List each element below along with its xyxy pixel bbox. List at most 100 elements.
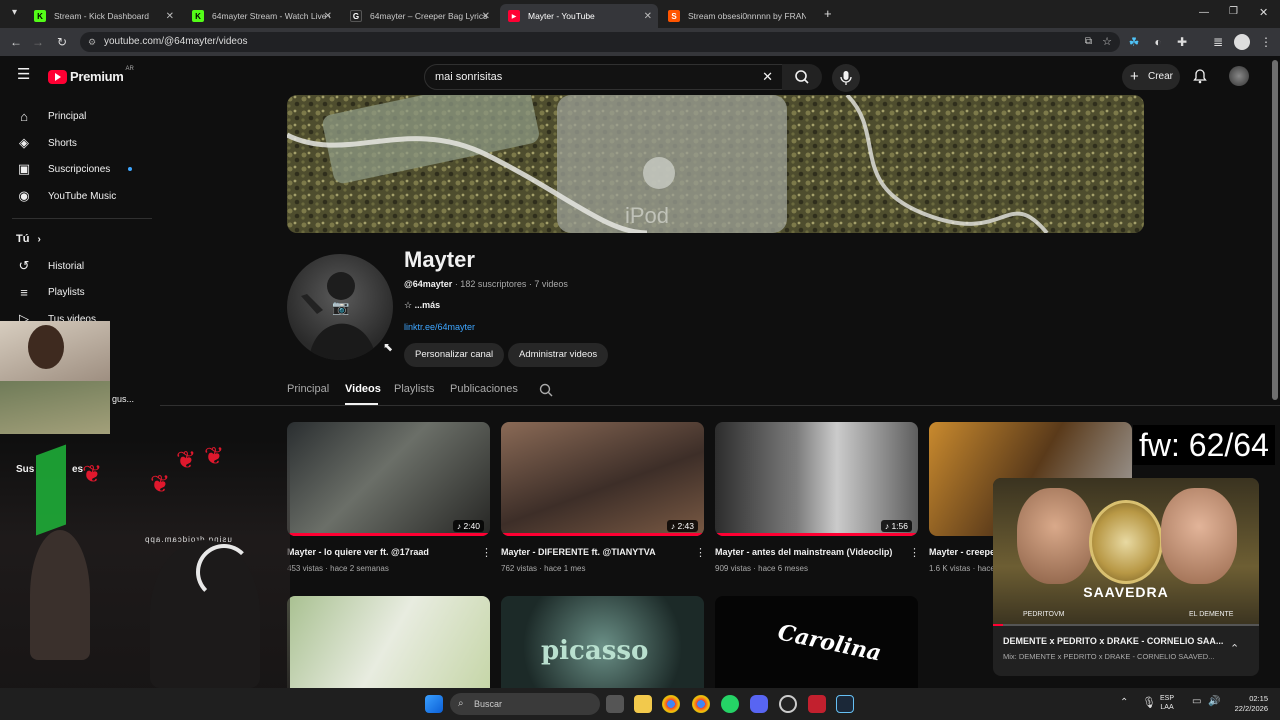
- browser-tab[interactable]: S Stream obsesi0nnnnn by FRAN: [660, 4, 820, 28]
- playlists-icon: ≡: [20, 284, 28, 300]
- search-input[interactable]: mai sonrisitas ✕: [424, 64, 788, 90]
- create-button[interactable]: + Crear: [1122, 64, 1180, 90]
- media-controls-icon[interactable]: ≣: [1210, 34, 1226, 50]
- more-options-icon[interactable]: ⋮: [481, 546, 492, 559]
- tab-publicaciones[interactable]: Publicaciones: [450, 383, 518, 395]
- install-app-icon[interactable]: ⧉: [1085, 32, 1092, 52]
- extensions-puzzle-icon[interactable]: ✚: [1174, 34, 1190, 50]
- customize-channel-button[interactable]: Personalizar canal: [404, 343, 505, 367]
- miniplayer[interactable]: SAAVEDRA PEDRITOVM EL DEMENTE DEMENTE x …: [993, 478, 1259, 676]
- search-button[interactable]: [782, 64, 822, 90]
- steam-icon[interactable]: [836, 695, 854, 713]
- sidebar-item-subscriptions[interactable]: ▣ Suscripciones: [0, 156, 150, 182]
- language-indicator[interactable]: ESP LAA: [1160, 694, 1174, 712]
- sidebar-item-youtube-music[interactable]: ◉ YouTube Music: [0, 183, 150, 209]
- tab-videos[interactable]: Videos: [345, 383, 381, 395]
- video-title[interactable]: Mayter - DIFERENTE ft. @TIANYTVA: [501, 547, 686, 557]
- close-tab-icon[interactable]: ✕: [324, 11, 332, 22]
- channel-avatar[interactable]: 📷: [287, 254, 393, 360]
- close-tab-icon[interactable]: ✕: [166, 11, 174, 22]
- hamburger-menu-icon[interactable]: ☰: [17, 67, 30, 82]
- notifications-bell-icon[interactable]: [1192, 68, 1208, 84]
- task-view-icon[interactable]: [606, 695, 624, 713]
- browser-tab[interactable]: K Stream - Kick Dashboard ✕: [26, 4, 180, 28]
- site-info-icon[interactable]: ⚙: [88, 32, 96, 52]
- close-window-icon[interactable]: ✕: [1259, 6, 1268, 19]
- volume-icon[interactable]: 🔊: [1208, 696, 1220, 707]
- channel-search-icon[interactable]: [539, 383, 554, 398]
- sidebar-item-home[interactable]: ⌂ Principal: [0, 103, 150, 129]
- browser-menu-icon[interactable]: ⋮: [1258, 34, 1274, 50]
- tab-principal[interactable]: Principal: [287, 383, 329, 395]
- account-avatar[interactable]: [1229, 66, 1249, 86]
- youtube-premium-logo[interactable]: Premium AR: [48, 66, 134, 84]
- taskbar-search[interactable]: ⌕ Buscar: [450, 693, 600, 715]
- maximize-icon[interactable]: ❐: [1229, 6, 1238, 17]
- miniplayer-title[interactable]: DEMENTE x PEDRITO x DRAKE - CORNELIO SAA…: [1003, 636, 1223, 646]
- video-title[interactable]: Mayter - lo quiere ver ft. @17raad: [287, 547, 472, 557]
- video-thumbnail[interactable]: Carolina: [715, 596, 918, 688]
- clear-search-icon[interactable]: ✕: [762, 65, 773, 89]
- forward-icon[interactable]: →: [30, 34, 46, 50]
- new-tab-icon[interactable]: +: [824, 6, 832, 21]
- clock[interactable]: 02:15 22/2/2026: [1226, 694, 1268, 714]
- channel-description-more[interactable]: ☆ ...más: [404, 300, 440, 311]
- more-options-icon[interactable]: ⋮: [909, 546, 920, 559]
- manage-videos-button[interactable]: Administrar videos: [508, 343, 609, 367]
- tray-chevron-icon[interactable]: ⌃: [1120, 697, 1128, 708]
- minimize-icon[interactable]: —: [1199, 7, 1209, 18]
- windows-start-icon[interactable]: [425, 695, 443, 713]
- dark-mode-icon[interactable]: ◐: [1150, 34, 1166, 50]
- video-thumbnail[interactable]: picasso: [501, 596, 704, 688]
- video-thumbnail[interactable]: ♪ 2:40: [287, 422, 490, 536]
- close-tab-icon[interactable]: ✕: [644, 11, 652, 22]
- expand-chevron-icon[interactable]: ⌃: [1230, 642, 1239, 655]
- video-thumbnail[interactable]: ♪ 1:56: [715, 422, 918, 536]
- whatsapp-icon[interactable]: [721, 695, 739, 713]
- reload-icon[interactable]: ↻: [54, 34, 70, 50]
- sidebar-item-label: Playlists: [48, 286, 85, 298]
- browser-tab[interactable]: G 64mayter – Creeper Bag Lyrics | ✕: [342, 4, 496, 28]
- browser-tab-bar: K Stream - Kick Dashboard ✕ K 64mayter S…: [0, 0, 1280, 28]
- address-bar[interactable]: ⚙ youtube.com/@64mayter/videos ⧉ ☆: [80, 32, 1120, 52]
- webcam-overlay: [0, 321, 110, 434]
- bookmark-star-icon[interactable]: ☆: [1102, 32, 1112, 52]
- camera-icon[interactable]: 📷: [332, 299, 349, 316]
- miniplayer-progress-track[interactable]: [993, 624, 1259, 626]
- sidebar-item-history[interactable]: ↺ Historial: [0, 253, 150, 279]
- search-value: mai sonrisitas: [435, 71, 503, 83]
- sidebar-item-playlists[interactable]: ≡ Playlists: [0, 279, 150, 305]
- voice-search-button[interactable]: [832, 64, 860, 92]
- second-person-figure: [30, 530, 90, 660]
- channel-link[interactable]: linktr.ee/64mayter: [404, 322, 475, 332]
- chrome-icon[interactable]: [692, 695, 710, 713]
- discord-icon[interactable]: [750, 695, 768, 713]
- video-views: 762 vistas: [501, 564, 538, 573]
- video-duration: ♪ 2:40: [452, 520, 484, 532]
- video-title[interactable]: Mayter - antes del mainstream (Videoclip…: [715, 547, 900, 557]
- sidebar-you-header[interactable]: Tú ›: [0, 226, 150, 252]
- search-icon: [795, 70, 809, 84]
- video-meta: 453 vistas · hace 2 semanas: [287, 564, 389, 573]
- tab-playlists[interactable]: Playlists: [394, 383, 434, 395]
- file-explorer-icon[interactable]: [634, 695, 652, 713]
- page-scrollbar[interactable]: [1272, 60, 1278, 400]
- sidebar-item-shorts[interactable]: ◈ Shorts: [0, 130, 150, 156]
- video-thumbnail[interactable]: [287, 596, 490, 688]
- back-icon[interactable]: ←: [8, 34, 24, 50]
- video-title[interactable]: Mayter - creepe: [929, 547, 993, 557]
- network-icon[interactable]: ▭: [1192, 696, 1201, 707]
- tab-search-icon[interactable]: ▾: [12, 7, 17, 18]
- obs-icon[interactable]: [779, 695, 797, 713]
- browser-tab-active[interactable]: ▶ Mayter - YouTube ✕: [500, 4, 658, 28]
- sidebar-item-label: Principal: [48, 110, 87, 122]
- tray-mic-icon[interactable]: 🎙: [1142, 696, 1156, 709]
- app-icon[interactable]: [808, 695, 826, 713]
- close-tab-icon[interactable]: ✕: [482, 11, 490, 22]
- video-thumbnail[interactable]: ♪ 2:43: [501, 422, 704, 536]
- profile-icon[interactable]: [1234, 34, 1250, 50]
- chrome-icon[interactable]: [662, 695, 680, 713]
- browser-tab[interactable]: K 64mayter Stream - Watch Live o ✕: [184, 4, 338, 28]
- extension-icon[interactable]: ☘: [1126, 34, 1142, 50]
- more-options-icon[interactable]: ⋮: [695, 546, 706, 559]
